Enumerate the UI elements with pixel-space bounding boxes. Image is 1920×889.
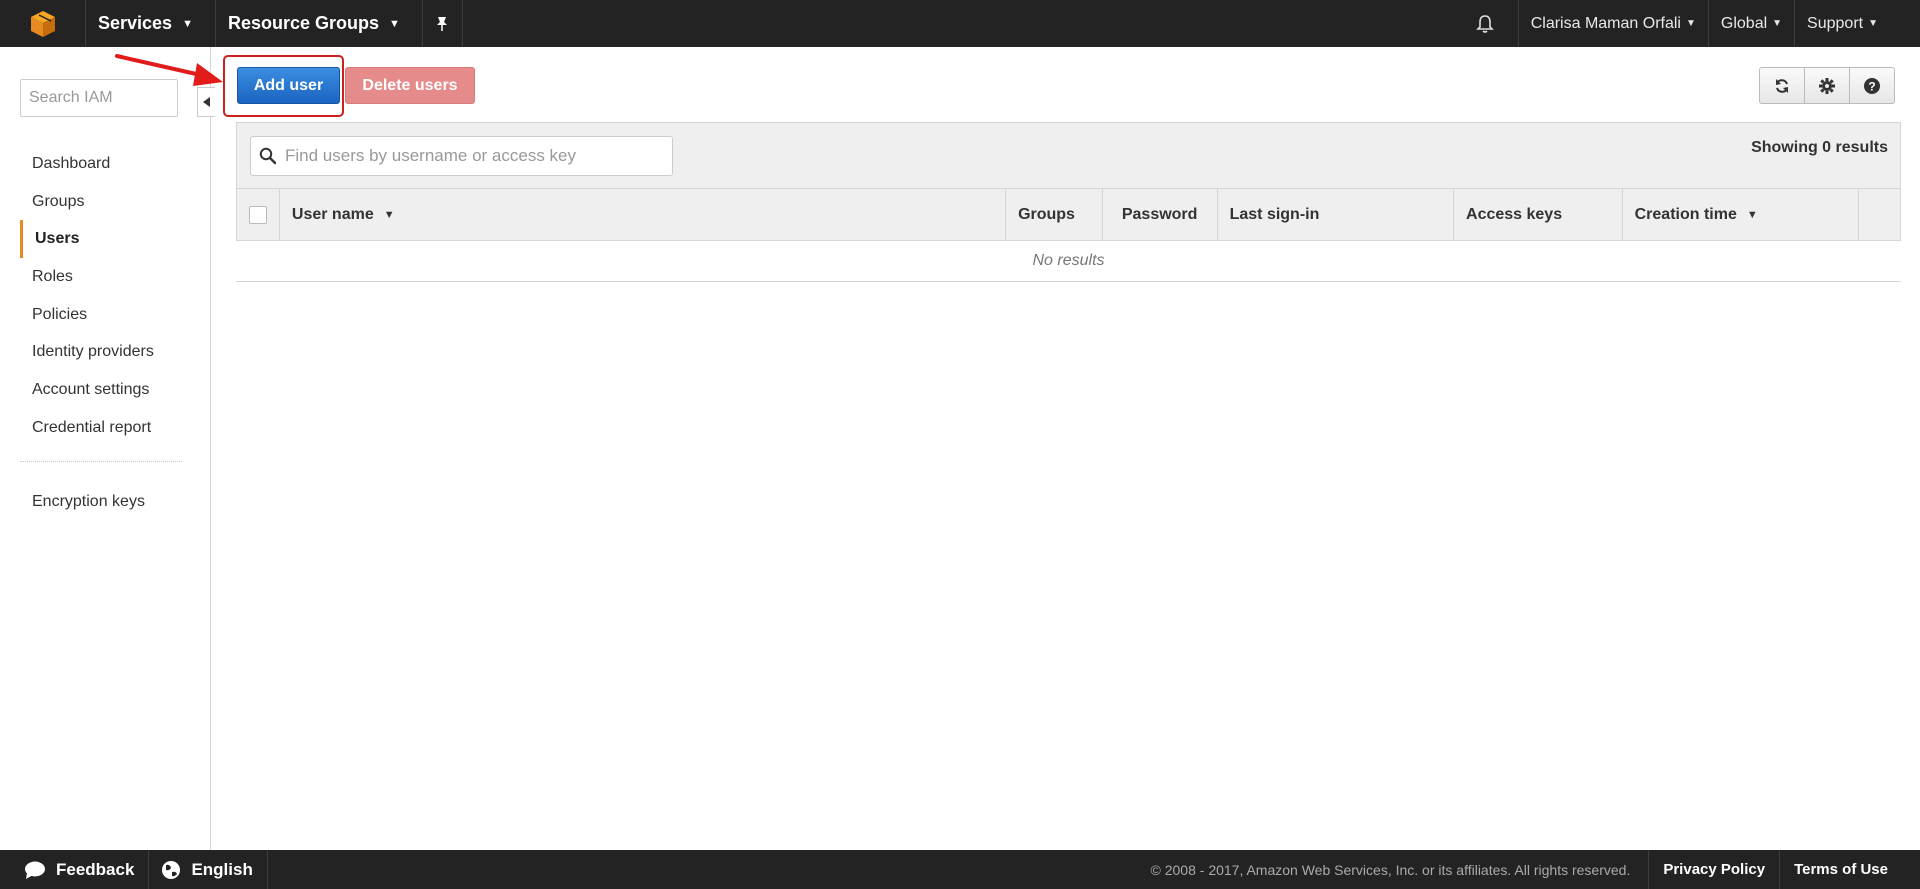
- select-all-cell: [237, 189, 280, 240]
- sort-down-icon: ▼: [383, 208, 395, 221]
- chevron-down-icon: ▼: [1772, 18, 1783, 29]
- sidebar-item-credential-report[interactable]: Credential report: [20, 409, 190, 447]
- resource-groups-menu[interactable]: Resource Groups ▼: [216, 0, 423, 47]
- column-label: Groups: [1018, 205, 1075, 223]
- results-count: Showing 0 results: [1751, 139, 1888, 156]
- sidebar: Dashboard Groups Users Roles Policies Id…: [0, 47, 215, 850]
- table-actions: ?: [1759, 67, 1895, 104]
- add-user-button[interactable]: Add user: [237, 67, 340, 104]
- users-table-header: User name ▼ Groups Password Last sign-in…: [236, 188, 1901, 241]
- top-nav: Services ▼ Resource Groups ▼ Clarisa Mam…: [0, 0, 1920, 47]
- collapse-sidebar-button[interactable]: [197, 87, 215, 117]
- aws-logo[interactable]: [0, 0, 86, 47]
- refresh-button[interactable]: [1759, 67, 1805, 104]
- region-menu[interactable]: Global ▼: [1707, 0, 1794, 47]
- column-settings-spacer: [1859, 189, 1900, 240]
- account-name: Clarisa Maman Orfali: [1530, 14, 1681, 32]
- feedback-button[interactable]: Feedback: [0, 850, 150, 889]
- sidebar-item-groups[interactable]: Groups: [20, 183, 190, 221]
- search-icon: [259, 147, 277, 165]
- settings-button[interactable]: [1804, 67, 1850, 104]
- privacy-policy-link[interactable]: Privacy Policy: [1648, 850, 1779, 889]
- column-label: Creation time: [1634, 205, 1737, 223]
- column-label: Last sign-in: [1229, 205, 1320, 223]
- sidebar-item-account-settings[interactable]: Account settings: [20, 371, 190, 409]
- column-label: Password: [1121, 205, 1198, 223]
- support-menu[interactable]: Support ▼: [1794, 0, 1920, 47]
- aws-cube-icon: [30, 10, 55, 37]
- find-users-input[interactable]: [285, 146, 665, 166]
- column-last-sign-in[interactable]: Last sign-in: [1218, 189, 1455, 240]
- column-label: Access keys: [1466, 205, 1563, 223]
- sidebar-item-encryption-keys[interactable]: Encryption keys: [32, 493, 145, 511]
- speech-bubble-icon: [25, 861, 45, 879]
- column-password[interactable]: Password: [1103, 189, 1218, 240]
- help-icon: ?: [1864, 77, 1880, 94]
- select-all-checkbox[interactable]: [248, 205, 267, 224]
- copyright-text: © 2008 - 2017, Amazon Web Services, Inc.…: [1150, 861, 1631, 878]
- sidebar-item-identity-providers[interactable]: Identity providers: [20, 333, 190, 371]
- region-label: Global: [1720, 14, 1768, 32]
- support-label: Support: [1807, 14, 1864, 32]
- gear-icon: [1819, 77, 1835, 94]
- empty-results: No results: [236, 241, 1901, 282]
- annotation-arrow-icon: [115, 54, 223, 86]
- column-creation-time[interactable]: Creation time ▼: [1623, 189, 1860, 240]
- sidebar-divider: [20, 461, 182, 462]
- sidebar-item-users[interactable]: Users: [20, 220, 190, 259]
- column-user-name[interactable]: User name ▼: [280, 189, 1007, 240]
- account-menu[interactable]: Clarisa Maman Orfali ▼: [1517, 0, 1708, 47]
- column-access-keys[interactable]: Access keys: [1454, 189, 1623, 240]
- svg-text:?: ?: [1868, 79, 1875, 93]
- sidebar-item-dashboard[interactable]: Dashboard: [20, 145, 190, 183]
- sort-down-icon: ▼: [1746, 208, 1758, 221]
- services-menu[interactable]: Services ▼: [86, 0, 216, 47]
- refresh-icon: [1776, 78, 1788, 93]
- chevron-down-icon: ▼: [389, 17, 400, 30]
- chevron-down-icon: ▼: [1685, 18, 1696, 29]
- feedback-label: Feedback: [56, 859, 135, 879]
- chevron-down-icon: ▼: [182, 17, 193, 30]
- globe-icon: [162, 860, 181, 879]
- notifications-bell-icon[interactable]: [1452, 0, 1518, 47]
- language-label: English: [191, 859, 253, 879]
- pin-icon[interactable]: [423, 0, 463, 47]
- sidebar-item-policies[interactable]: Policies: [20, 296, 190, 334]
- resource-groups-label: Resource Groups: [227, 13, 380, 33]
- terms-of-use-link[interactable]: Terms of Use: [1779, 850, 1920, 889]
- column-label: User name: [291, 205, 374, 223]
- sidebar-item-roles[interactable]: Roles: [20, 258, 190, 296]
- help-button[interactable]: ?: [1849, 67, 1895, 104]
- table-toolbar: Showing 0 results: [236, 122, 1901, 188]
- chevron-left-icon: [203, 97, 210, 107]
- find-users-search[interactable]: [250, 136, 673, 176]
- column-groups[interactable]: Groups: [1006, 189, 1103, 240]
- language-button[interactable]: English: [149, 850, 268, 889]
- services-label: Services: [98, 13, 173, 33]
- chevron-down-icon: ▼: [1868, 18, 1878, 29]
- sidebar-nav: Dashboard Groups Users Roles Policies Id…: [20, 145, 190, 447]
- delete-users-button[interactable]: Delete users: [345, 67, 475, 104]
- footer: Feedback English © 2008 - 2017, Amazon W…: [0, 850, 1920, 889]
